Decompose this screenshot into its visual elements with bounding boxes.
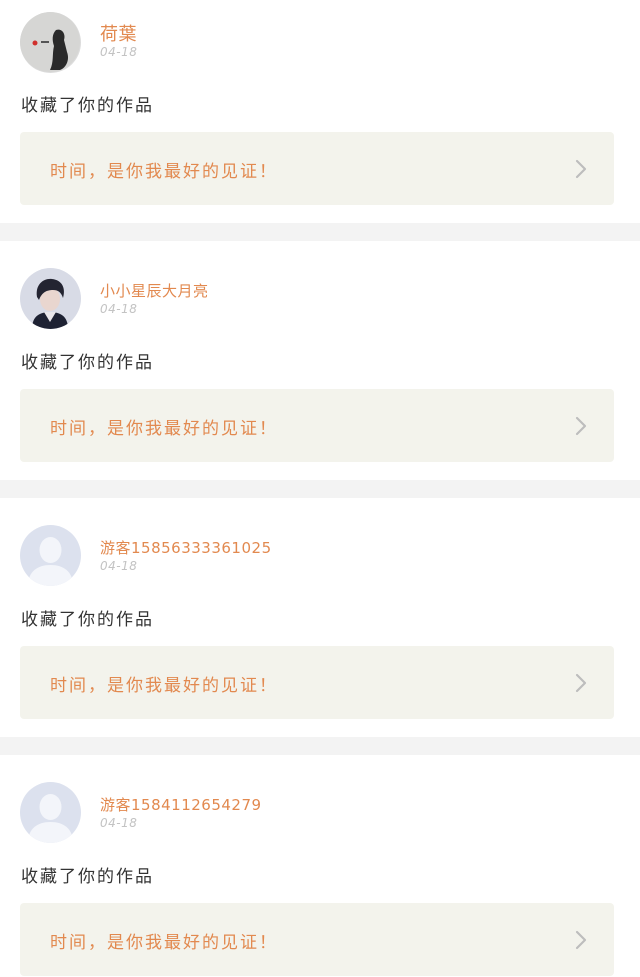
chevron-right-icon [575,159,587,179]
quoted-work-link[interactable]: 时间，是你我最好的见证！ [20,132,614,205]
chevron-right-icon [575,673,587,693]
timestamp: 04-18 [100,45,138,59]
quote-text: 时间，是你我最好的见证！ [50,162,278,182]
notification-card: 游客15856333361025 04-18 收藏了你的作品 时间，是你我最好的… [0,498,640,737]
action-text: 收藏了你的作品 [21,96,154,116]
timestamp: 04-18 [100,559,138,573]
default-avatar-icon [20,782,81,843]
timestamp: 04-18 [100,816,138,830]
quote-text: 时间，是你我最好的见证！ [50,419,278,439]
username[interactable]: 小小星辰大月亮 [100,280,209,301]
notification-card: 游客15841126542​79 04-18 收藏了你的作品 时间，是你我最好的… [0,755,640,977]
quote-text: 时间，是你我最好的见证！ [50,933,278,953]
action-text: 收藏了你的作品 [21,610,154,630]
chevron-right-icon [575,930,587,950]
default-avatar-icon [20,525,81,586]
quoted-work-link[interactable]: 时间，是你我最好的见证！ [20,903,614,976]
quoted-work-link[interactable]: 时间，是你我最好的见证！ [20,389,614,462]
chevron-right-icon [575,416,587,436]
timestamp: 04-18 [100,302,138,316]
user-avatar[interactable] [20,782,81,843]
username[interactable]: 荷葉 [100,20,137,46]
action-text: 收藏了你的作品 [21,353,154,373]
photo-avatar-silhouette-icon [20,12,81,73]
quoted-work-link[interactable]: 时间，是你我最好的见证！ [20,646,614,719]
username[interactable]: 游客15856333361025 [100,537,272,558]
notification-card: 小小星辰大月亮 04-18 收藏了你的作品 时间，是你我最好的见证！ [0,241,640,480]
quote-text: 时间，是你我最好的见证！ [50,676,278,696]
user-avatar[interactable] [20,268,81,329]
action-text: 收藏了你的作品 [21,867,154,887]
user-avatar[interactable] [20,525,81,586]
user-avatar[interactable] [20,12,81,73]
notification-card: 荷葉 04-18 收藏了你的作品 时间，是你我最好的见证！ [0,0,640,223]
photo-avatar-person-icon [20,268,81,329]
username[interactable]: 游客15841126542​79 [100,794,262,815]
